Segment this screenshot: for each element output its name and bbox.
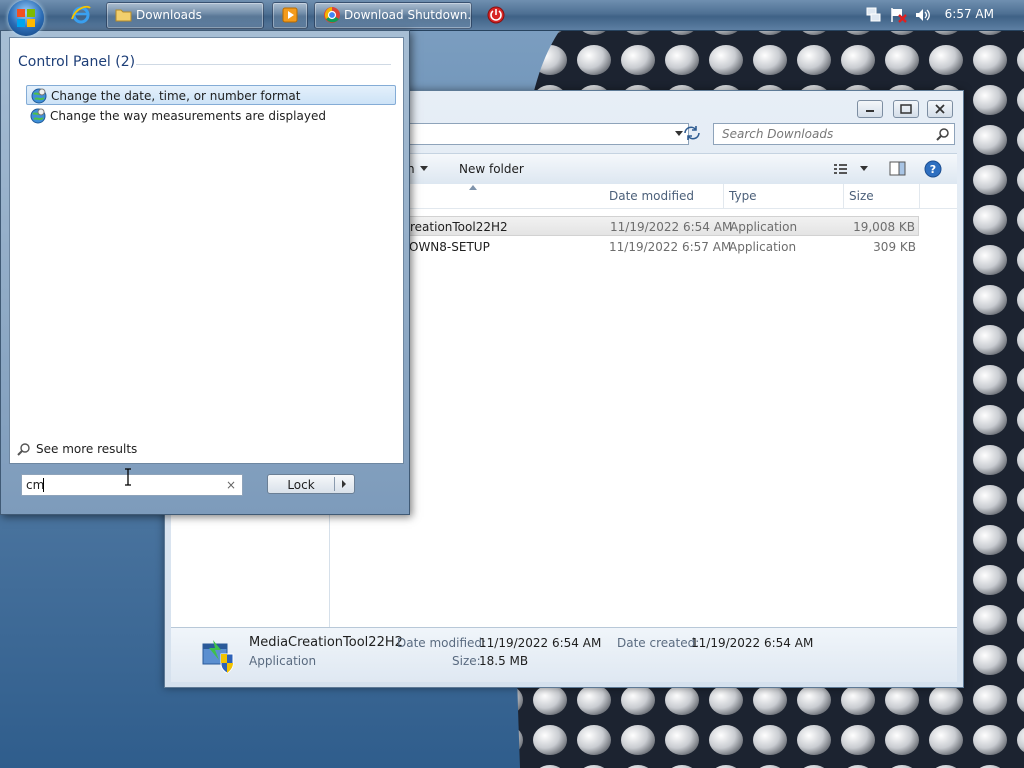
network-icon[interactable]	[866, 7, 882, 23]
file-date: 11/19/2022 6:57 AM	[609, 240, 732, 254]
windows-logo-icon	[17, 9, 35, 27]
details-pane: MediaCreationTool22H2 Application Date m…	[171, 627, 957, 682]
power-options-arrow-icon[interactable]	[342, 480, 346, 488]
file-name: OWN8-SETUP	[409, 240, 490, 254]
close-button[interactable]	[927, 100, 953, 118]
size-label: Size:	[452, 654, 481, 668]
start-menu-bottom-panel: cm × Lock	[9, 462, 402, 508]
file-name: reationTool22H2	[410, 220, 508, 234]
start-menu: Control Panel (2) Change the date, time,…	[0, 30, 410, 515]
size-value: 18.5 MB	[479, 654, 529, 668]
search-input-value: cm	[26, 478, 45, 492]
date-modified-value: 11/19/2022 6:54 AM	[479, 636, 602, 650]
result-change-measurements[interactable]: Change the way measurements are displaye…	[26, 106, 396, 126]
power-app-icon[interactable]	[486, 5, 506, 25]
taskbar-button-label: Downloads	[136, 8, 202, 22]
action-center-flag-icon[interactable]	[890, 7, 908, 23]
see-more-label: See more results	[36, 442, 138, 456]
dropdown-arrow-icon[interactable]	[419, 166, 429, 172]
column-size[interactable]: Size	[844, 184, 920, 208]
file-type: Application	[730, 220, 798, 234]
results-group-title[interactable]: Control Panel (2)	[18, 54, 135, 70]
taskbar-button-label: Download Shutdown...	[344, 8, 472, 22]
file-date: 11/19/2022 6:54 AM	[610, 220, 733, 234]
control-panel-globe-icon	[31, 88, 47, 104]
refresh-button[interactable]	[681, 124, 705, 144]
date-modified-label: Date modified:	[397, 636, 487, 650]
result-label: Change the date, time, or number format	[51, 89, 301, 103]
application-shield-icon	[202, 640, 234, 674]
file-size: 309 KB	[873, 240, 916, 254]
sort-ascending-icon	[469, 185, 477, 190]
taskbar-chrome-button[interactable]: Download Shutdown...	[314, 2, 472, 29]
minimize-button[interactable]	[857, 100, 883, 118]
search-placeholder: Search Downloads	[722, 127, 834, 141]
media-player-icon	[282, 7, 298, 23]
new-folder-button[interactable]: New folder	[459, 162, 524, 176]
control-panel-globe-icon	[30, 108, 46, 124]
help-icon[interactable]: ?	[923, 159, 943, 179]
lock-button[interactable]: Lock	[267, 474, 355, 494]
clear-search-button[interactable]: ×	[226, 475, 236, 495]
result-change-date-time-format[interactable]: Change the date, time, or number format	[26, 85, 396, 105]
column-type[interactable]: Type	[724, 184, 844, 208]
lock-button-label: Lock	[287, 478, 315, 492]
ibeam-cursor-icon	[125, 468, 131, 486]
chrome-icon	[324, 7, 340, 23]
result-label: Change the way measurements are displaye…	[50, 109, 326, 123]
group-divider	[136, 64, 391, 65]
view-options-icon[interactable]	[833, 162, 849, 176]
file-type: Application	[729, 240, 797, 254]
view-dropdown-icon[interactable]	[859, 166, 869, 172]
details-file-name: MediaCreationTool22H2	[249, 635, 403, 650]
date-created-value: 11/19/2022 6:54 AM	[691, 636, 814, 650]
volume-icon[interactable]	[914, 7, 932, 23]
taskbar: Downloads Download Shutdown... 6:57 AM	[0, 0, 1024, 36]
start-button[interactable]	[8, 0, 44, 36]
search-icon	[936, 128, 949, 141]
refresh-icon	[684, 126, 700, 140]
search-icon	[17, 443, 30, 456]
search-results-pane: Control Panel (2) Change the date, time,…	[9, 37, 404, 464]
search-downloads-input[interactable]: Search Downloads	[713, 123, 955, 145]
file-size: 19,008 KB	[853, 220, 915, 234]
internet-explorer-icon[interactable]	[70, 3, 92, 25]
clock[interactable]: 6:57 AM	[945, 7, 994, 21]
details-file-type: Application	[249, 654, 317, 668]
taskbar-media-player-button[interactable]	[272, 2, 308, 29]
maximize-button[interactable]	[893, 100, 919, 118]
column-date-modified[interactable]: Date modified	[604, 184, 724, 208]
text-caret	[43, 478, 44, 492]
split-divider	[334, 477, 335, 491]
svg-text:?: ?	[930, 163, 936, 176]
folder-icon	[115, 9, 132, 22]
taskbar-downloads-button[interactable]: Downloads	[106, 2, 264, 29]
preview-pane-icon[interactable]	[889, 161, 907, 177]
date-created-label: Date created:	[617, 636, 700, 650]
